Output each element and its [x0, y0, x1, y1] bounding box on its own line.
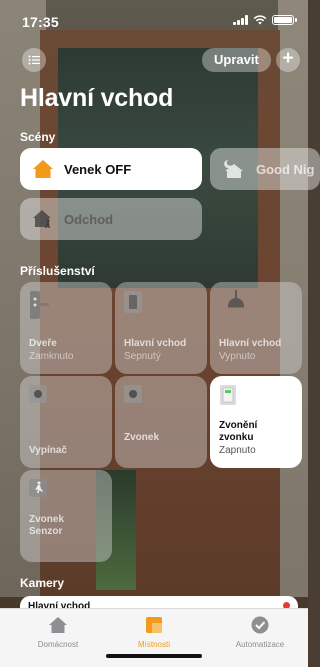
add-button[interactable]: +	[276, 48, 300, 72]
accessory-tile-vypinac[interactable]: Vypínač	[20, 376, 112, 468]
accessory-status: Zamknuto	[29, 351, 74, 362]
scene-good-night[interactable]: Good Nig	[210, 148, 320, 190]
list-icon	[28, 55, 40, 65]
house-scene-icon	[33, 160, 53, 178]
page-title: Hlavní vchod	[20, 84, 174, 112]
motion-sensor-icon	[29, 479, 47, 497]
edit-button[interactable]: Upravit	[202, 48, 271, 72]
accessory-name: Vypínač	[29, 445, 67, 456]
status-time: 17:35	[22, 14, 59, 30]
button-icon	[124, 385, 142, 403]
accessory-status: Sepnutý	[124, 351, 161, 362]
home-indicator	[106, 654, 202, 658]
tab-label: Automatizace	[235, 640, 285, 649]
accessory-name: Zvonek Senzor	[29, 514, 65, 537]
button-icon	[29, 385, 47, 403]
accessory-tile-hlavni-vchod-switch[interactable]: Hlavní vchod Sepnutý	[115, 282, 207, 374]
tab-mistnosti[interactable]: Místnosti	[114, 615, 194, 649]
clock-check-icon	[251, 616, 269, 634]
scenes-section-title: Scény	[20, 130, 56, 144]
rooms-icon	[146, 617, 162, 633]
scene-label: Venek OFF	[64, 161, 132, 177]
tab-label: Domácnost	[37, 640, 79, 649]
house-moon-icon	[224, 160, 243, 178]
house-icon	[49, 617, 67, 633]
accessory-status: Vypnuto	[219, 351, 256, 362]
accessory-name: Hlavní vchod	[124, 338, 187, 349]
home-list-button[interactable]	[22, 48, 46, 72]
house-person-leaving-icon	[33, 210, 51, 228]
accessory-tile-hlavni-vchod-lamp[interactable]: Hlavní vchod Vypnuto	[210, 282, 302, 374]
lamp-icon	[228, 290, 244, 308]
accessory-tile-zvoneni-zvonku[interactable]: Zvonění zvonku Zapnuto	[210, 376, 302, 468]
tab-domacnost[interactable]: Domácnost	[18, 615, 98, 649]
battery-icon	[272, 15, 297, 25]
tab-automatizace[interactable]: Automatizace	[220, 615, 300, 649]
cellular-signal-icon	[233, 15, 248, 25]
accessory-name: Zvonek	[124, 432, 160, 443]
wifi-icon	[253, 15, 267, 25]
accessory-name: Zvonění zvonku	[219, 420, 258, 443]
accessory-status: Zapnuto	[219, 445, 256, 456]
scene-venek-off[interactable]: Venek OFF	[20, 148, 202, 190]
accessory-tile-zvonek-senzor[interactable]: Zvonek Senzor	[20, 470, 112, 562]
accessory-tile-zvonek[interactable]: Zvonek	[115, 376, 207, 468]
accessory-name: Dveře	[29, 338, 57, 349]
tab-label: Místnosti	[137, 640, 170, 649]
cameras-section-title: Kamery	[20, 576, 65, 590]
scene-label: Good Nig	[256, 161, 315, 177]
accessories-section-title: Příslušenství	[20, 264, 95, 278]
tab-bar: Domácnost Místnosti Automatizace	[0, 608, 308, 667]
status-bar: 17:35	[0, 0, 308, 44]
lock-icon	[30, 291, 49, 319]
scene-label: Odchod	[64, 211, 114, 227]
outlet-icon	[220, 385, 236, 405]
accessory-name: Hlavní vchod	[219, 338, 282, 349]
switch-icon	[124, 291, 142, 313]
scene-odchod[interactable]: Odchod	[20, 198, 202, 240]
accessory-tile-dvere[interactable]: Dveře Zamknuto	[20, 282, 112, 374]
